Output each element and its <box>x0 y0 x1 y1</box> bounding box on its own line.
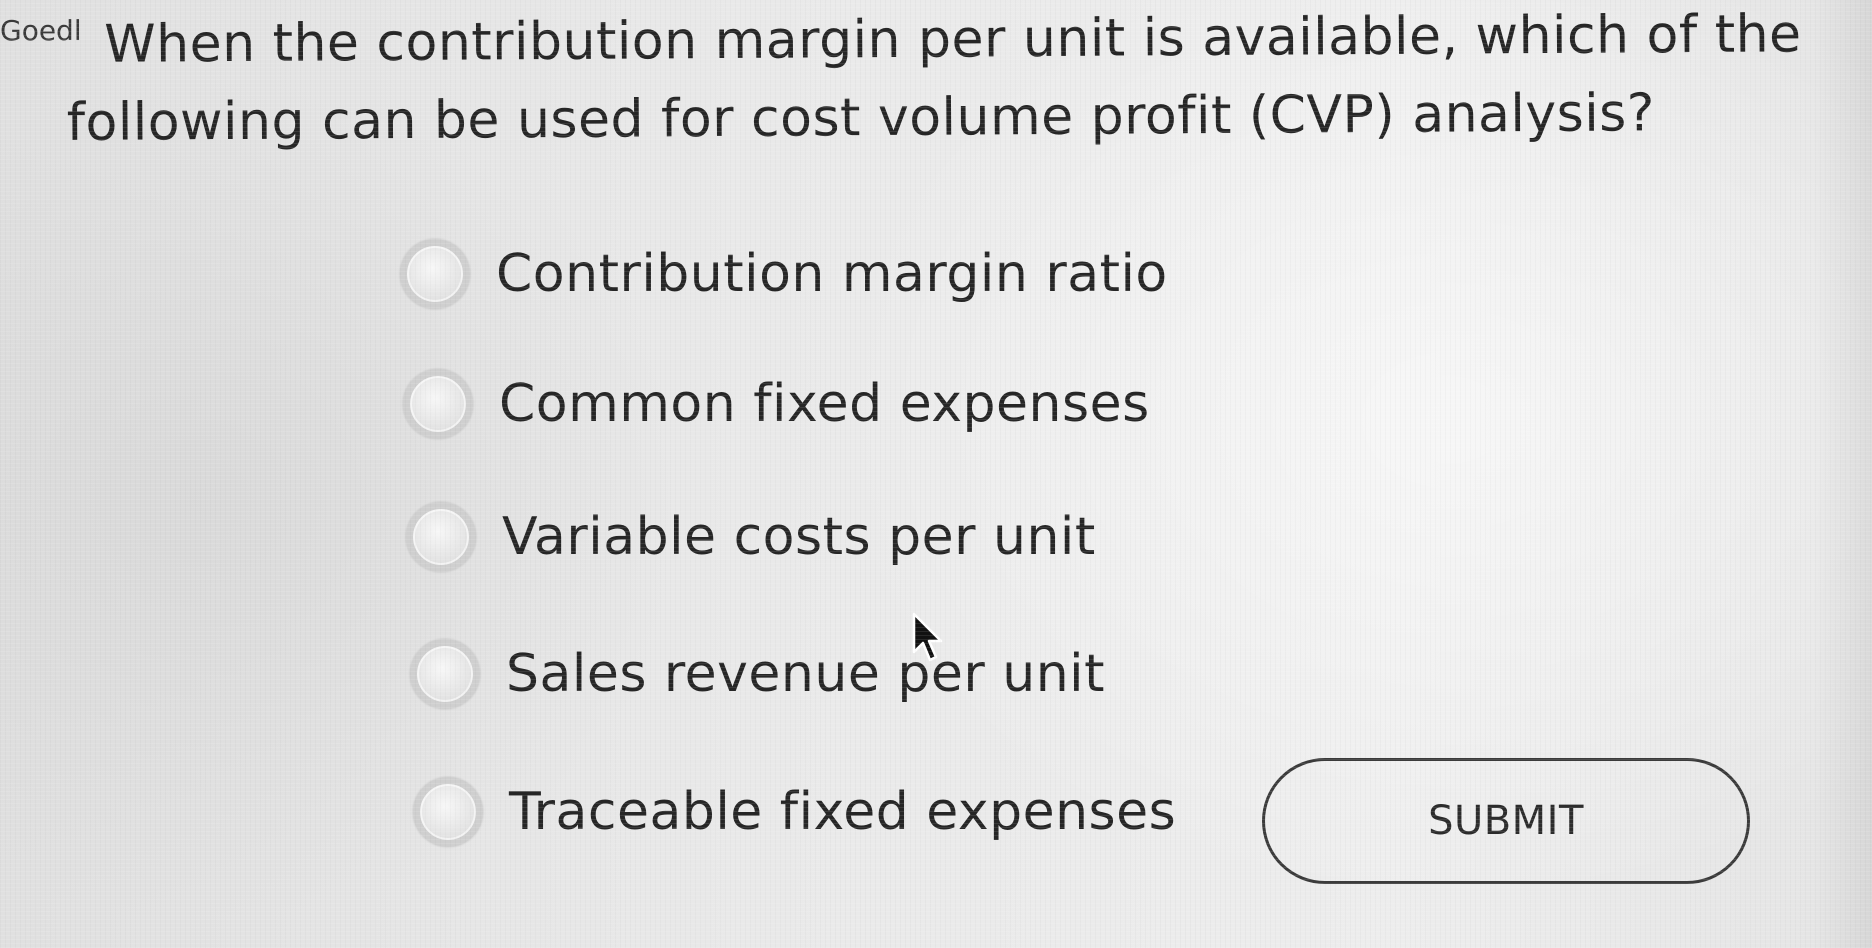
option-label: Traceable fixed expenses <box>509 782 1177 842</box>
radio-button-icon[interactable] <box>406 502 476 572</box>
submit-button[interactable]: SUBMIT <box>1262 758 1750 884</box>
radio-button-icon[interactable] <box>400 239 470 309</box>
mouse-pointer-icon <box>912 612 943 662</box>
option-variable-costs-per-unit[interactable]: Variable costs per unit <box>406 495 1096 579</box>
submit-label: SUBMIT <box>1428 798 1584 844</box>
quiz-screen: Goedl When the contribution margin per u… <box>0 0 1872 948</box>
radio-button-icon[interactable] <box>403 369 473 439</box>
option-traceable-fixed-expenses[interactable]: Traceable fixed expenses <box>413 770 1176 854</box>
radio-button-icon[interactable] <box>413 777 483 847</box>
option-label: Common fixed expenses <box>499 374 1150 434</box>
option-label: Contribution margin ratio <box>496 244 1168 304</box>
question-text: When the contribution margin per unit is… <box>66 0 1827 162</box>
question-line-1: When the contribution margin per unit is… <box>104 4 1802 75</box>
option-label: Variable costs per unit <box>502 507 1096 567</box>
option-common-fixed-expenses[interactable]: Common fixed expenses <box>403 362 1150 446</box>
option-contribution-margin-ratio[interactable]: Contribution margin ratio <box>400 232 1168 316</box>
option-label: Sales revenue per unit <box>506 644 1106 704</box>
radio-button-icon[interactable] <box>410 639 480 709</box>
question-line-2: following can be used for cost volume pr… <box>66 83 1656 153</box>
option-sales-revenue-per-unit[interactable]: Sales revenue per unit <box>410 632 1105 716</box>
